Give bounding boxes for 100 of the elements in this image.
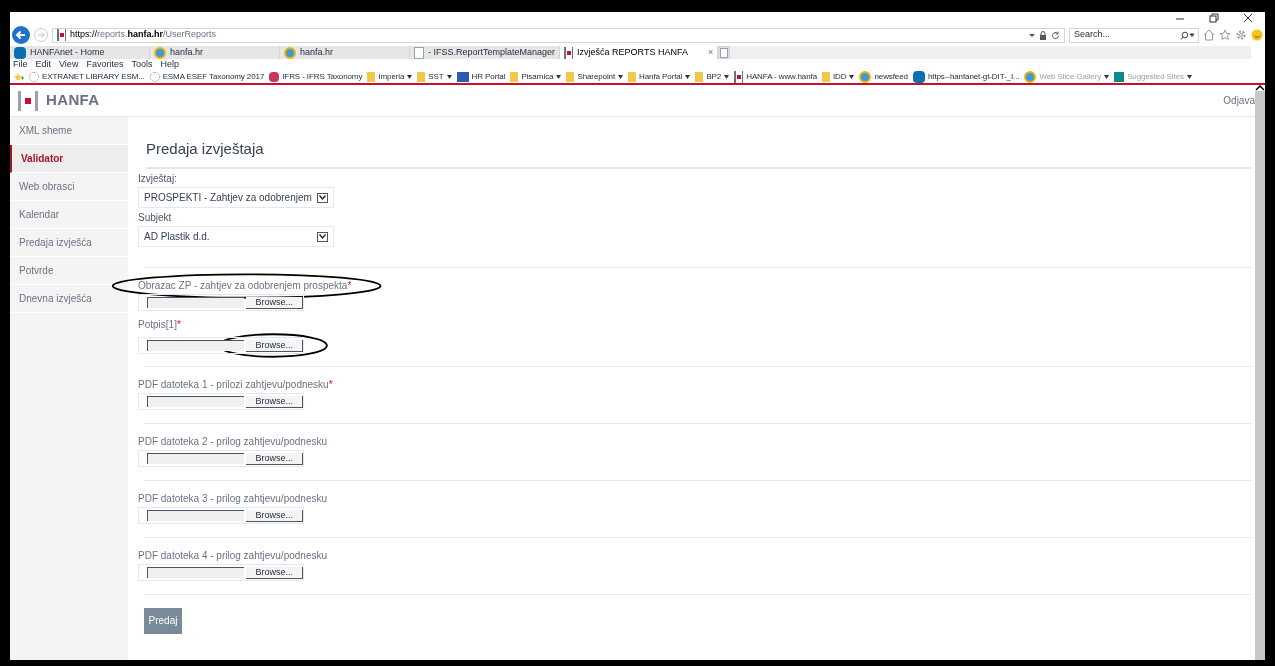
close-icon[interactable] [1243,13,1253,23]
field-label: PDF datoteka 1 - prilozi zahtjevu/podnesku* [138,379,333,391]
browse-button[interactable]: Browse... [246,296,303,309]
menu-item[interactable]: Edit [35,57,52,72]
logout-link[interactable]: Odjava [1223,93,1255,108]
dropdown-icon[interactable] [849,74,855,79]
settings-icon[interactable] [1235,29,1247,41]
folder-icon [822,71,830,82]
sidebar-item[interactable]: Validator [10,145,128,173]
url-text: https://reports.hanfa.hr/UserReports [70,28,217,42]
file-input[interactable]: Browse... [138,337,304,354]
file-input[interactable]: Browse... [138,564,304,581]
dropdown-icon[interactable] [1104,74,1110,79]
dropdown-icon[interactable] [446,74,452,79]
new-tab-icon[interactable] [718,46,731,59]
folder-icon [510,71,519,82]
dropdown-icon[interactable] [618,74,624,79]
menu-item[interactable]: Help [160,57,179,72]
folder-icon [695,71,704,82]
field-label: Obrazac ZP - zahtjev za odobrenjem prospekta* [138,280,352,292]
hanfa-icon [564,46,574,59]
search-field[interactable]: Search... [1069,27,1199,43]
file-input[interactable]: Browse... [138,450,304,467]
field-label: PDF datoteka 2 - prilog zahtjevu/podnesku [138,436,327,448]
favorites-link[interactable]: IDD [822,70,855,83]
file-input[interactable]: Browse... [138,393,304,410]
dropdown-icon[interactable] [724,74,730,79]
scroll-up-icon[interactable] [1255,85,1265,91]
menu-item[interactable]: View [59,57,79,72]
sidebar-item[interactable]: Kalendar [10,201,128,229]
folder-icon [628,71,637,82]
favorites-link[interactable]: Pisarnica [510,70,562,83]
dropdown-icon[interactable] [407,74,413,79]
browse-button[interactable]: Browse... [246,509,303,522]
home-icon[interactable] [1203,29,1215,41]
favorites-link[interactable]: SST [417,70,452,83]
chevron-down-icon [317,231,328,242]
scrollbar[interactable] [1255,85,1265,660]
globe-icon [284,46,296,59]
dropdown-icon[interactable] [556,74,562,79]
browser-tab[interactable]: - IFSS.ReportTemplateManager [410,46,561,59]
menu-item[interactable]: File [13,57,28,72]
favorites-link[interactable]: Hanfa Portal [628,70,691,83]
field-label: PDF datoteka 3 - prilog zahtjevu/podnesku [138,493,327,505]
favorites-link[interactable]: IFRS - IFRS Taxonomy [269,70,363,83]
browse-button[interactable]: Browse... [246,452,303,465]
sidebar-item[interactable]: Predaja izvješća [10,229,128,257]
menu-item[interactable]: Favorites [86,57,124,72]
page-title: Predaja izvještaja [146,140,264,157]
field-label: PDF datoteka 4 - prilog zahtjevu/podnesku [138,550,327,562]
sidebar-item[interactable]: Web obrasci [10,173,128,201]
favorites-star-icon[interactable] [13,71,24,82]
field-label: Izvještaj: [138,173,178,185]
folder-icon [367,71,376,82]
chevron-down-icon [317,192,328,203]
browse-button[interactable]: Browse... [246,339,303,352]
field-label: Potpis[1]* [138,319,181,331]
dropdown-field[interactable]: AD Plastik d.d. [138,226,334,247]
dropdown-icon[interactable] [1186,74,1192,79]
folder-icon [566,71,575,82]
smiley-icon[interactable] [1251,29,1263,41]
favorites-link[interactable]: Sharepoint [566,70,624,83]
favorites-link[interactable]: HR Portal [456,70,506,83]
favorites-link[interactable]: newsfeed [859,70,908,83]
dropdown-icon[interactable] [685,74,691,79]
dropdown-field[interactable]: PROSPEKTI - Zahtjev za odobrenjem [138,187,334,208]
favorites-link[interactable]: https--hanfanet-gt-DIT-_I... [912,70,1020,83]
star-icon[interactable] [1219,29,1231,41]
dropdown-icon[interactable] [1029,32,1035,38]
search-icon[interactable] [1180,30,1194,40]
hanfa-logo[interactable]: HANFA [18,89,100,112]
close-tab-icon[interactable]: × [707,45,714,60]
page-icon [414,46,424,59]
globe-icon [1024,70,1037,83]
globe-icon [859,70,872,83]
folder-icon [417,71,426,82]
file-input[interactable]: Browse... [138,507,304,524]
browser-tab[interactable]: HANFAnet - Home [10,46,150,59]
menu-item[interactable]: Tools [131,57,153,72]
restore-icon[interactable] [1209,13,1219,23]
globe-icon [154,46,166,59]
address-bar[interactable]: https://reports.hanfa.hr/UserReports [52,27,1065,43]
browser-tab[interactable]: hanfa.hr [150,46,280,59]
submit-button[interactable]: Predaj [144,607,182,634]
lock-icon [1039,30,1047,40]
browse-button[interactable]: Browse... [246,395,303,408]
file-input[interactable]: Browse... [138,294,304,311]
favorites-link[interactable]: ESMA ESEF Taxonomy 2017 [149,70,265,83]
browser-tab[interactable]: hanfa.hr [280,46,410,59]
favorites-link[interactable]: BP2 [695,70,730,83]
sidebar-item[interactable]: Dnevna izvješća [10,285,128,313]
back-button[interactable] [12,26,30,44]
browse-button[interactable]: Browse... [246,566,303,579]
favorites-link[interactable]: Imperia [367,70,413,83]
field-label: Subjekt [138,212,173,224]
sidebar-item[interactable]: Potvrde [10,257,128,285]
refresh-icon[interactable] [1051,30,1060,40]
favorites-link[interactable]: EXTRANET LIBRARY ESM... [29,70,145,83]
browser-tab[interactable]: Izvješća REPORTS HANFA × [560,46,719,59]
favorites-link[interactable]: HANFA - www.hanfa [734,70,817,83]
